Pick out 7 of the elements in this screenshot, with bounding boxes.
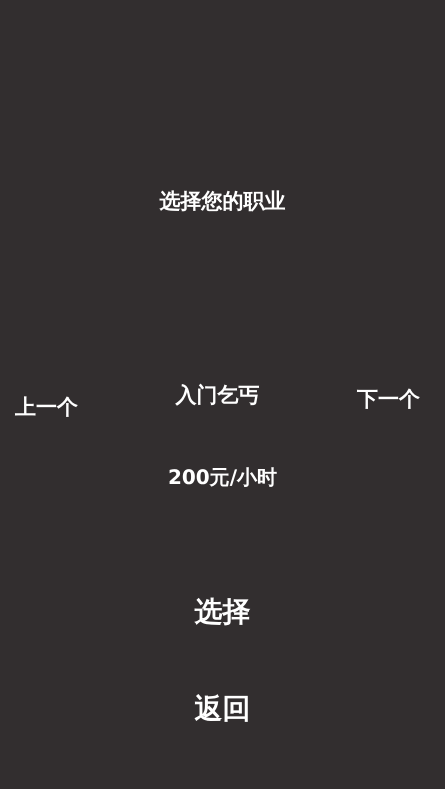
select-button[interactable]: 选择 [194, 594, 250, 630]
career-name: 入门乞丐 [176, 382, 260, 409]
previous-button[interactable]: 上一个 [15, 392, 78, 422]
page-title: 选择您的职业 [160, 188, 286, 215]
career-wage: 200元/小时 [168, 464, 278, 491]
next-button[interactable]: 下一个 [357, 384, 420, 414]
back-button[interactable]: 返回 [194, 691, 250, 727]
